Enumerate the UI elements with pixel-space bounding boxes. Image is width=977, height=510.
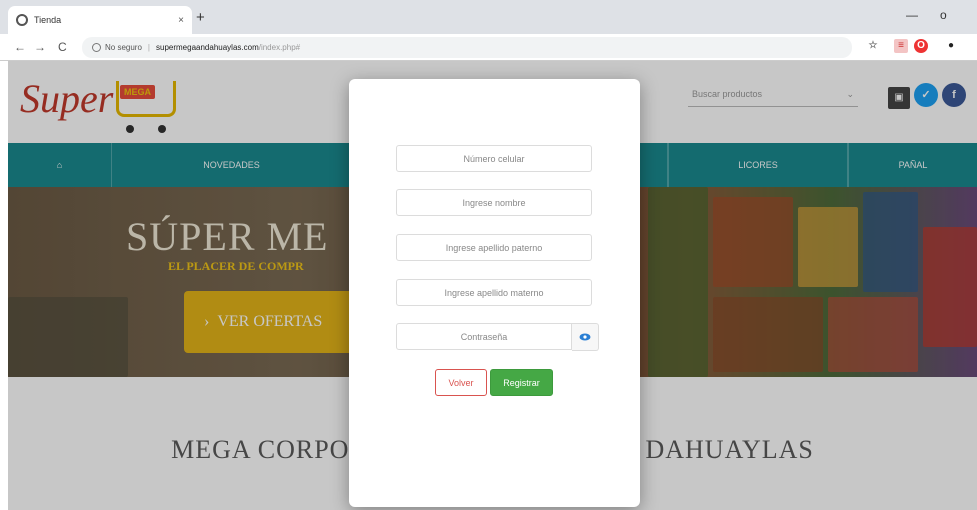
address-bar: ← → C No seguro | supermegaandahuaylas.c… <box>0 34 977 61</box>
reload-icon[interactable]: C <box>58 40 67 54</box>
url-path: /index.php# <box>258 43 301 52</box>
tab-title: Tienda <box>34 15 62 25</box>
url-host: supermegaandahuaylas.com <box>156 43 259 52</box>
password-field[interactable] <box>396 323 572 350</box>
info-icon <box>92 43 101 52</box>
github-icon[interactable]: ● <box>944 39 958 53</box>
globe-icon <box>16 14 28 26</box>
back-arrow-icon[interactable]: ← <box>14 40 26 54</box>
maximize-button[interactable]: o <box>940 8 947 22</box>
opera-icon[interactable]: O <box>914 39 928 53</box>
password-group <box>396 323 599 351</box>
forward-arrow-icon[interactable]: → <box>34 40 46 54</box>
new-tab-button[interactable]: + <box>196 9 205 26</box>
extension-icon[interactable]: ≡ <box>894 39 908 53</box>
show-password-button[interactable] <box>572 323 599 351</box>
phone-field[interactable] <box>396 145 592 172</box>
tab-close-icon[interactable]: × <box>178 15 184 26</box>
register-modal: Volver Registrar <box>349 79 640 507</box>
register-button[interactable]: Registrar <box>490 369 553 396</box>
name-field[interactable] <box>396 189 592 216</box>
browser-tab-bar: Tienda × + — o <box>0 0 977 34</box>
eye-icon <box>579 333 591 341</box>
maternal-surname-field[interactable] <box>396 279 592 306</box>
url-field[interactable]: No seguro | supermegaandahuaylas.com /in… <box>82 37 852 58</box>
back-button[interactable]: Volver <box>435 369 487 396</box>
screen: Tienda × + — o ← → C No seguro | superme… <box>0 0 977 510</box>
browser-tab[interactable]: Tienda × <box>8 6 192 34</box>
security-label: No seguro <box>105 43 142 52</box>
minimize-button[interactable]: — <box>906 8 918 22</box>
bookmark-star-icon[interactable]: ☆ <box>866 39 880 53</box>
paternal-surname-field[interactable] <box>396 234 592 261</box>
url-separator: | <box>147 43 150 52</box>
